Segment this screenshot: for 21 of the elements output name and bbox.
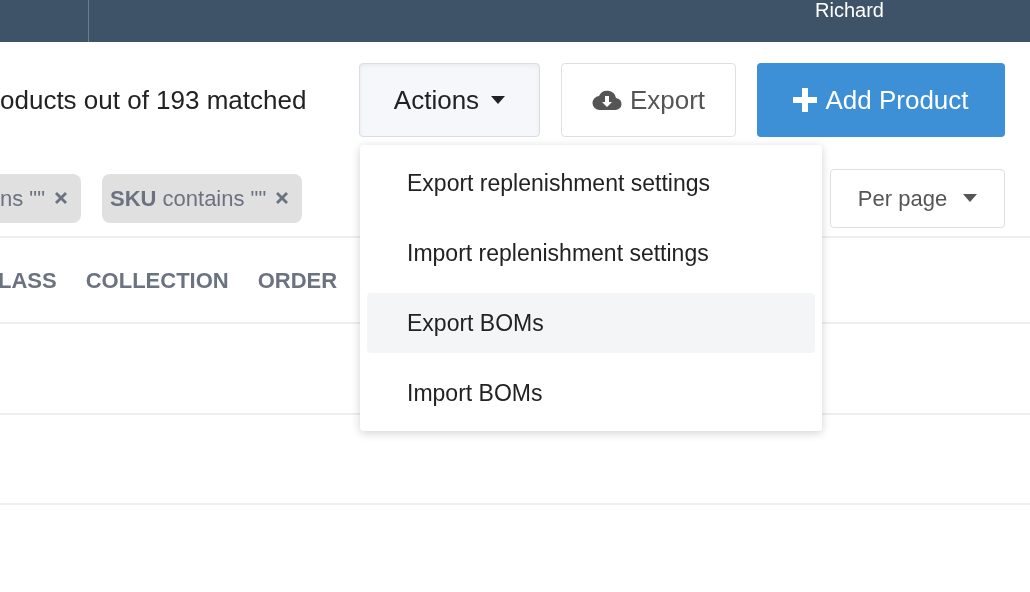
filter-text: SKU contains "" [109, 184, 267, 213]
filter-chip[interactable]: ns "" [0, 173, 81, 223]
caret-icon [491, 96, 506, 104]
column-header: ORDER [257, 266, 338, 295]
filter-text: ns "" [0, 184, 45, 213]
plus-icon [793, 88, 818, 112]
column-header: COLLECTION [85, 266, 229, 295]
export-button[interactable]: Export [561, 63, 736, 137]
user-name[interactable]: Richard [815, 0, 884, 20]
menu-item[interactable]: Import replenishment settings [367, 223, 815, 283]
filter-chip[interactable]: SKU contains "" [101, 173, 303, 223]
menu-item[interactable]: Import BOMs [367, 363, 815, 423]
column-header: LASS [0, 266, 57, 295]
close-icon[interactable] [274, 190, 291, 206]
per-page-dropdown[interactable]: Per page [830, 168, 1005, 228]
cloud-download-icon [591, 89, 622, 111]
menu-item[interactable]: Export BOMs [367, 293, 815, 353]
actions-button[interactable]: Actions [359, 63, 540, 137]
menu-item[interactable]: Export replenishment settings [367, 153, 815, 213]
caret-icon [963, 194, 978, 202]
match-count: oducts out of 193 matched [0, 83, 307, 117]
